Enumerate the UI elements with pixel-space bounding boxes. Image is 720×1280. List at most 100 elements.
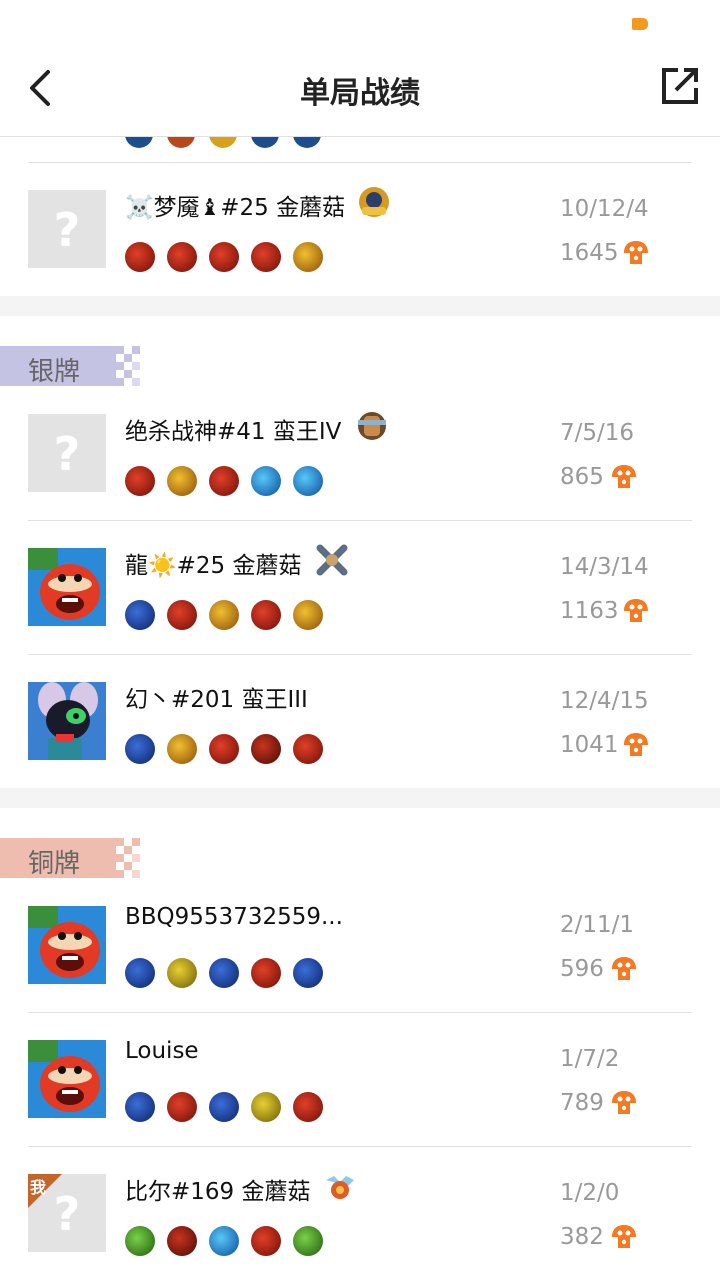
item-icon	[125, 1092, 155, 1122]
rank-badge-icon	[322, 1168, 358, 1204]
score-text: 1163	[560, 598, 619, 624]
item-icon	[167, 1092, 197, 1122]
self-marker-label: 我	[30, 1178, 47, 1197]
item-icon	[125, 958, 155, 988]
top-bar: 单局战绩	[0, 50, 720, 137]
item-icon	[293, 600, 323, 630]
item-icon	[209, 1226, 239, 1256]
score-text: 865	[560, 464, 604, 490]
score-text: 1041	[560, 732, 619, 758]
player-name: Louise	[125, 1038, 199, 1064]
score-text: 1645	[560, 240, 619, 266]
item-icon	[125, 466, 155, 496]
player-name: BBQ9553732559...	[125, 904, 343, 930]
item-icon	[293, 466, 323, 496]
battery-icon	[632, 18, 648, 30]
item-icon	[293, 242, 323, 272]
share-button[interactable]	[658, 64, 702, 108]
previous-row-peek	[0, 136, 720, 162]
mushroom-icon	[610, 1224, 638, 1250]
rank-badge-icon	[354, 408, 390, 444]
mushroom-icon	[610, 1090, 638, 1116]
player-name: 绝杀战神#41 蛮王IV	[125, 419, 342, 445]
section-gap	[0, 788, 720, 808]
player-name: 幻丶#201 蛮王III	[125, 687, 308, 713]
page-title: 单局战绩	[300, 76, 420, 111]
player-row-self[interactable]: ? 我 比尔#169 金蘑菇 1/2/0 382	[0, 1146, 720, 1280]
item-icon	[251, 242, 281, 272]
svg-text:?: ?	[54, 203, 81, 257]
item-icon	[209, 600, 239, 630]
score-text: 596	[560, 956, 604, 982]
item-icon	[209, 958, 239, 988]
item-icon	[251, 734, 281, 764]
mushroom-icon	[622, 732, 650, 758]
item-icon	[167, 734, 197, 764]
item-list	[125, 1226, 335, 1258]
item-icon	[251, 466, 281, 496]
share-external-icon	[662, 68, 698, 104]
player-row[interactable]: ? 绝杀战神#41 蛮王IV 7/5/16 865	[0, 386, 720, 520]
kda-text: 10/12/4	[560, 196, 649, 222]
mushroom-icon	[622, 598, 650, 624]
avatar: ?	[28, 414, 106, 492]
item-list	[125, 242, 335, 274]
item-list	[125, 1092, 335, 1124]
item-icon	[209, 466, 239, 496]
player-name: 龍☀️#25 金蘑菇	[125, 553, 302, 579]
tier-header-silver: 银牌	[0, 346, 140, 387]
item-list	[125, 600, 335, 632]
player-row[interactable]: Louise 1/7/2 789	[0, 1012, 720, 1146]
item-icon	[167, 242, 197, 272]
mushroom-icon	[610, 956, 638, 982]
player-row[interactable]: 幻丶#201 蛮王III 12/4/15 1041	[0, 654, 720, 788]
kda-text: 2/11/1	[560, 912, 635, 938]
item-list	[125, 958, 335, 990]
item-icon	[293, 1092, 323, 1122]
item-list	[125, 466, 335, 498]
player-row[interactable]: BBQ9553732559... 2/11/1 596	[0, 878, 720, 1012]
avatar	[28, 1040, 106, 1118]
kda-text: 12/4/15	[560, 688, 649, 714]
status-bar	[0, 0, 720, 50]
avatar: ? 我	[28, 1174, 106, 1252]
item-icon	[125, 1226, 155, 1256]
item-icon	[167, 600, 197, 630]
avatar: ?	[28, 190, 106, 268]
avatar	[28, 906, 106, 984]
kda-text: 1/2/0	[560, 1180, 620, 1206]
section-gap	[0, 296, 720, 316]
avatar	[28, 548, 106, 626]
item-icon	[167, 466, 197, 496]
kda-text: 1/7/2	[560, 1046, 620, 1072]
kda-text: 14/3/14	[560, 554, 649, 580]
item-icon	[167, 1226, 197, 1256]
item-icon	[251, 1092, 281, 1122]
item-icon	[293, 1226, 323, 1256]
item-icon	[293, 958, 323, 988]
mushroom-icon	[622, 240, 650, 266]
item-icon	[251, 600, 281, 630]
player-name: 比尔#169 金蘑菇	[125, 1179, 311, 1205]
score-text: 789	[560, 1090, 604, 1116]
item-icon	[167, 958, 197, 988]
tier-header-bronze: 铜牌	[0, 838, 140, 879]
player-row[interactable]: ? ☠️梦魇♝#25 金蘑菇 10/12/4 1645	[0, 162, 720, 296]
tier-label: 银牌	[28, 357, 81, 387]
item-icon	[209, 734, 239, 764]
avatar	[28, 682, 106, 760]
score-text: 382	[560, 1224, 604, 1250]
item-icon	[125, 734, 155, 764]
rank-badge-icon	[314, 542, 350, 578]
item-icon	[251, 1226, 281, 1256]
match-results-list[interactable]: ? ☠️梦魇♝#25 金蘑菇 10/12/4 1645 银牌 ? 绝杀战神#41…	[0, 136, 720, 1280]
item-list	[125, 734, 335, 766]
item-icon	[209, 242, 239, 272]
player-row[interactable]: 龍☀️#25 金蘑菇 14/3/14 1163	[0, 520, 720, 654]
mushroom-icon	[610, 464, 638, 490]
item-icon	[125, 242, 155, 272]
kda-text: 7/5/16	[560, 420, 635, 446]
item-icon	[251, 958, 281, 988]
item-icon	[209, 1092, 239, 1122]
item-icon	[125, 600, 155, 630]
